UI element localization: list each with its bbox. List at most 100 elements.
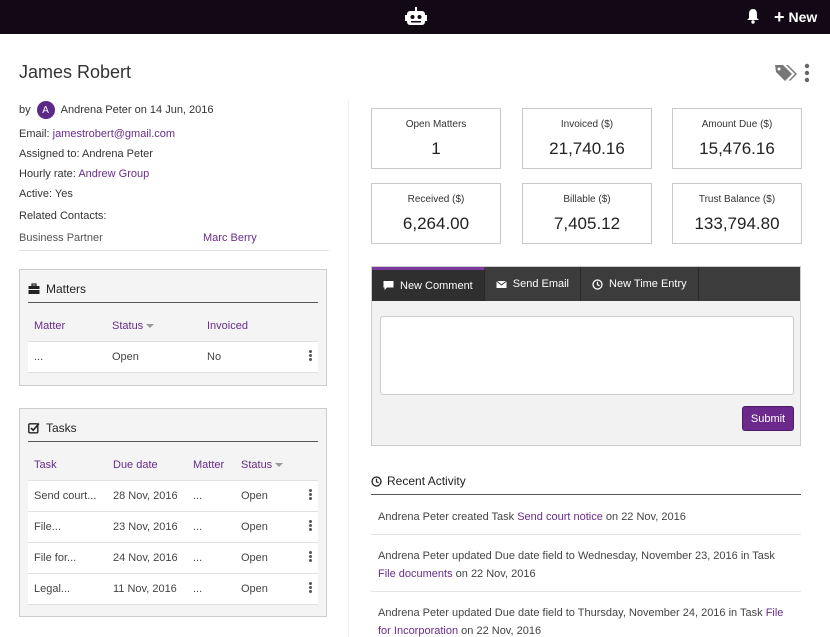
col-task[interactable]: Task — [28, 450, 107, 481]
matter-cell[interactable]: ... — [187, 542, 235, 574]
row-menu[interactable] — [296, 573, 318, 605]
stat-amount-due: Amount Due ($) 15,476.16 — [672, 108, 802, 169]
table-row[interactable]: Legal... 11 Nov, 2016 ... Open — [28, 573, 318, 605]
stat-invoiced: Invoiced ($) 21,740.16 — [522, 108, 652, 169]
new-button[interactable]: + New — [774, 7, 817, 27]
composer-panel: New Comment Send Email New Time Entry Su… — [371, 266, 801, 446]
related-contact-row: Business Partner Marc Berry — [19, 232, 329, 244]
page-title: James Robert — [19, 62, 132, 82]
comment-input[interactable] — [380, 316, 794, 395]
activity-text: Andrena Peter updated Due date field to … — [378, 607, 766, 619]
due-cell: 24 Nov, 2016 — [107, 542, 187, 574]
status-cell: Open — [235, 511, 296, 543]
bell-icon[interactable] — [745, 8, 761, 24]
row-menu[interactable] — [296, 480, 318, 512]
activity-link[interactable]: Send court notice — [517, 511, 603, 523]
tasks-title: Tasks — [46, 421, 77, 435]
activity-date: on 22 Nov, 2016 — [458, 625, 542, 637]
row-menu-icon[interactable] — [308, 519, 312, 531]
related-contact-role: Business Partner — [19, 232, 103, 244]
created-by-text: Andrena Peter on 14 Jun, 2016 — [60, 104, 214, 116]
stat-label: Open Matters — [405, 119, 467, 130]
hourly-rate-row: Hourly rate: Andrew Group — [19, 168, 329, 180]
stat-trust-balance: Trust Balance ($) 133,794.80 — [672, 183, 802, 244]
matter-cell[interactable]: ... — [187, 480, 235, 512]
clock-icon — [371, 475, 382, 487]
row-menu[interactable] — [296, 511, 318, 543]
email-row: Email: jamestrobert@gmail.com — [19, 128, 329, 140]
col-status-label: Status — [112, 319, 144, 332]
tab-label: Send Email — [512, 278, 570, 290]
tags-icon[interactable] — [774, 63, 798, 83]
stat-label: Amount Due ($) — [701, 119, 773, 130]
table-row[interactable]: ... Open No — [28, 341, 318, 373]
related-contact-name[interactable]: Marc Berry — [203, 232, 257, 244]
avatar[interactable]: A — [36, 101, 55, 119]
matters-table: Matter Status Invoiced ... Open No — [28, 311, 318, 373]
row-menu-icon[interactable] — [308, 550, 312, 562]
col-status[interactable]: Status — [235, 450, 296, 481]
row-menu-icon[interactable] — [308, 581, 312, 593]
plus-icon: + — [774, 7, 785, 27]
matter-cell[interactable]: ... — [187, 573, 235, 605]
task-cell[interactable]: File for... — [28, 542, 107, 574]
col-status[interactable]: Status — [106, 311, 201, 342]
activity-text: Andrena Peter created Task — [378, 511, 518, 523]
activity-date: on 22 Nov, 2016 — [452, 568, 536, 580]
status-cell: Open — [235, 480, 296, 512]
stat-label: Received ($) — [407, 194, 465, 205]
hourly-rate-link[interactable]: Andrew Group — [78, 168, 149, 180]
recent-activity-title: Recent Activity — [387, 474, 466, 488]
task-cell[interactable]: File... — [28, 511, 107, 543]
submit-button[interactable]: Submit — [742, 406, 794, 431]
robot-logo-icon[interactable] — [405, 7, 427, 27]
tab-new-time-entry[interactable]: New Time Entry — [581, 267, 699, 301]
briefcase-icon — [28, 283, 40, 294]
matter-cell[interactable]: ... — [187, 511, 235, 543]
assigned-label: Assigned to: — [19, 148, 80, 160]
table-row[interactable]: Send court... 28 Nov, 2016 ... Open — [28, 480, 318, 512]
stat-label: Trust Balance ($) — [698, 194, 776, 205]
matter-cell[interactable]: ... — [28, 341, 106, 373]
col-matter[interactable]: Matter — [187, 450, 235, 481]
col-due-date[interactable]: Due date — [107, 450, 187, 481]
row-menu-icon[interactable] — [308, 349, 312, 361]
stat-label: Billable ($) — [563, 194, 611, 205]
tab-label: New Time Entry — [609, 278, 687, 290]
sort-caret-icon — [275, 462, 284, 467]
table-row[interactable]: File... 23 Nov, 2016 ... Open — [28, 511, 318, 543]
created-by-line: by A Andrena Peter on 14 Jun, 2016 — [19, 100, 329, 120]
active-value: Yes — [54, 188, 73, 200]
tab-send-email[interactable]: Send Email — [485, 267, 582, 301]
activity-date: on 22 Nov, 2016 — [602, 511, 686, 523]
composer-tabs: New Comment Send Email New Time Entry — [372, 267, 800, 301]
hourly-rate-label: Hourly rate: — [19, 168, 76, 180]
col-actions — [296, 450, 318, 481]
active-row: Active: Yes — [19, 188, 329, 200]
row-menu[interactable] — [296, 542, 318, 574]
col-invoiced[interactable]: Invoiced — [201, 311, 296, 342]
row-menu-icon[interactable] — [308, 488, 312, 500]
row-menu[interactable] — [296, 341, 318, 373]
tasks-panel: Tasks Task Due date Matter Status Send c… — [19, 408, 327, 617]
invoiced-cell: No — [201, 341, 296, 373]
stat-value: 21,740.16 — [549, 139, 625, 158]
stat-value: 15,476.16 — [699, 139, 775, 158]
task-cell[interactable]: Legal... — [28, 573, 107, 605]
recent-activity-header: Recent Activity — [371, 474, 801, 495]
matters-title: Matters — [46, 282, 87, 296]
table-row[interactable]: File for... 24 Nov, 2016 ... Open — [28, 542, 318, 574]
tasks-header: Tasks — [28, 421, 318, 442]
activity-text: Andrena Peter updated Due date field to … — [378, 550, 775, 562]
list-item: Andrena Peter created Task Send court no… — [371, 495, 801, 535]
comment-icon — [383, 281, 394, 290]
task-cell[interactable]: Send court... — [28, 480, 107, 512]
col-matter[interactable]: Matter — [28, 311, 106, 342]
activity-link[interactable]: File documents — [378, 568, 453, 580]
email-link[interactable]: jamestrobert@gmail.com — [53, 128, 175, 140]
more-options-icon[interactable] — [803, 63, 811, 83]
due-cell: 28 Nov, 2016 — [107, 480, 187, 512]
tab-new-comment[interactable]: New Comment — [372, 267, 485, 301]
stat-value: 7,405.12 — [553, 214, 621, 233]
assigned-value: Andrena Peter — [82, 148, 153, 160]
